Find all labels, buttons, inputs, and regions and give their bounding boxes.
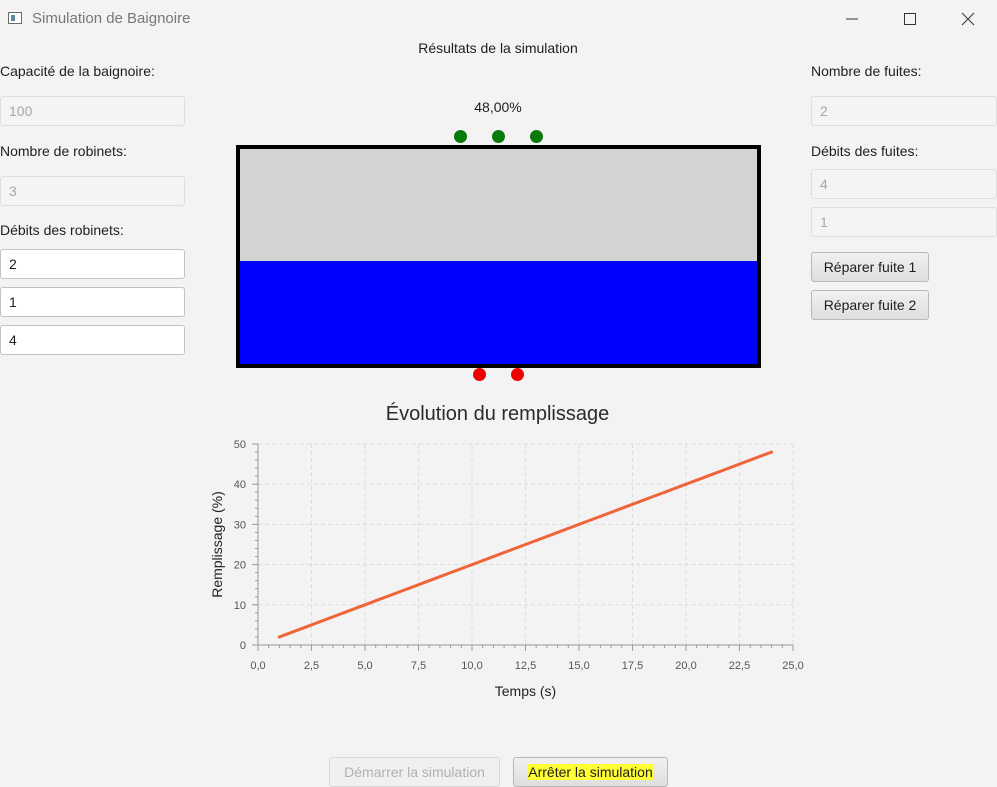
results-title: Résultats de la simulation bbox=[418, 40, 578, 56]
minimize-button[interactable] bbox=[823, 0, 881, 38]
x-tick-label: 5,0 bbox=[357, 660, 372, 672]
data-point bbox=[342, 611, 345, 615]
tap-rate-field-1[interactable]: 2 bbox=[0, 249, 185, 279]
capacity-label: Capacité de la baignoire: bbox=[0, 63, 155, 79]
data-point bbox=[684, 482, 688, 486]
data-point bbox=[363, 603, 367, 607]
taps-count-field[interactable]: 3 bbox=[0, 176, 185, 206]
data-point bbox=[470, 563, 474, 566]
chart-title: Évolution du remplissage bbox=[385, 403, 610, 425]
data-point bbox=[492, 555, 495, 558]
app-window-icon bbox=[8, 12, 22, 24]
data-point bbox=[513, 547, 517, 550]
x-tick-label: 2,5 bbox=[304, 660, 319, 672]
tap-indicator-2 bbox=[492, 130, 505, 143]
leak-indicator-2 bbox=[511, 368, 524, 381]
stop-simulation-label: Arrêter la simulation bbox=[528, 764, 653, 780]
data-point bbox=[534, 539, 538, 542]
tap-rate-field-2[interactable]: 1 bbox=[0, 287, 185, 317]
y-tick-label: 40 bbox=[234, 479, 246, 491]
x-tick-label: 17,5 bbox=[622, 660, 643, 672]
taps-count-label: Nombre de robinets: bbox=[0, 143, 127, 159]
data-point bbox=[278, 635, 281, 639]
x-tick-label: 10,0 bbox=[461, 660, 482, 672]
y-tick-label: 50 bbox=[234, 439, 246, 451]
close-icon bbox=[961, 12, 975, 26]
window-title: Simulation de Baignoire bbox=[32, 10, 191, 27]
data-point bbox=[663, 490, 666, 494]
y-tick-label: 20 bbox=[234, 560, 246, 572]
x-tick-label: 22,5 bbox=[729, 660, 750, 672]
water-level bbox=[240, 260, 757, 364]
leak-rate-field-2[interactable]: 1 bbox=[811, 207, 997, 237]
title-bar: Simulation de Baignoire bbox=[0, 0, 997, 38]
x-tick-label: 15,0 bbox=[568, 660, 589, 672]
y-tick-label: 0 bbox=[240, 640, 246, 652]
minimize-icon bbox=[846, 18, 858, 20]
y-tick-label: 10 bbox=[234, 600, 246, 612]
x-tick-label: 12,5 bbox=[515, 660, 536, 672]
tap-rates-label: Débits des robinets: bbox=[0, 222, 124, 238]
leak-rates-label: Débits des fuites: bbox=[811, 143, 919, 159]
y-tick-label: 30 bbox=[234, 519, 246, 531]
data-point bbox=[620, 506, 624, 510]
data-point bbox=[299, 627, 303, 631]
data-point bbox=[406, 587, 410, 591]
repair-leak-1-button[interactable]: Réparer fuite 1 bbox=[811, 252, 929, 282]
x-tick-label: 20,0 bbox=[675, 660, 696, 672]
data-point bbox=[727, 466, 731, 470]
fill-evolution-chart: 0,0 2,5 5,0 7,5 10,0 12,5 15,0 17,5 20,0 22,5 25,0… bbox=[209, 439, 804, 699]
data-point bbox=[449, 571, 452, 575]
tap-indicator-3 bbox=[530, 130, 543, 143]
x-tick-label: 7,5 bbox=[411, 660, 426, 672]
data-point bbox=[641, 498, 645, 502]
stop-simulation-button[interactable]: Arrêter la simulation bbox=[513, 757, 668, 787]
data-point bbox=[577, 523, 581, 526]
y-axis-label: Remplissage (%) bbox=[209, 491, 225, 598]
leaks-count-field[interactable]: 2 bbox=[811, 96, 997, 126]
data-point bbox=[706, 474, 709, 478]
leaks-count-label: Nombre de fuites: bbox=[811, 63, 922, 79]
data-point bbox=[599, 514, 602, 518]
maximize-button[interactable] bbox=[881, 0, 939, 38]
x-tick-label: 0,0 bbox=[250, 660, 265, 672]
data-point bbox=[385, 595, 388, 599]
data-point bbox=[320, 619, 324, 623]
data-point bbox=[770, 450, 773, 454]
data-point bbox=[748, 458, 752, 462]
x-axis-label: Temps (s) bbox=[495, 683, 556, 699]
data-point bbox=[556, 531, 559, 534]
tap-indicator-1 bbox=[454, 130, 467, 143]
close-button[interactable] bbox=[939, 0, 997, 38]
start-simulation-button[interactable]: Démarrer la simulation bbox=[329, 757, 500, 787]
leak-rate-field-1[interactable]: 4 bbox=[811, 169, 997, 199]
fill-percentage: 48,00% bbox=[474, 99, 522, 115]
x-tick-label: 25,0 bbox=[782, 660, 803, 672]
bathtub bbox=[236, 145, 761, 368]
data-point bbox=[427, 579, 431, 583]
capacity-field[interactable]: 100 bbox=[0, 96, 185, 126]
leak-indicator-1 bbox=[473, 368, 486, 381]
tap-rate-field-3[interactable]: 4 bbox=[0, 325, 185, 355]
repair-leak-2-button[interactable]: Réparer fuite 2 bbox=[811, 290, 929, 320]
maximize-icon bbox=[904, 13, 916, 25]
